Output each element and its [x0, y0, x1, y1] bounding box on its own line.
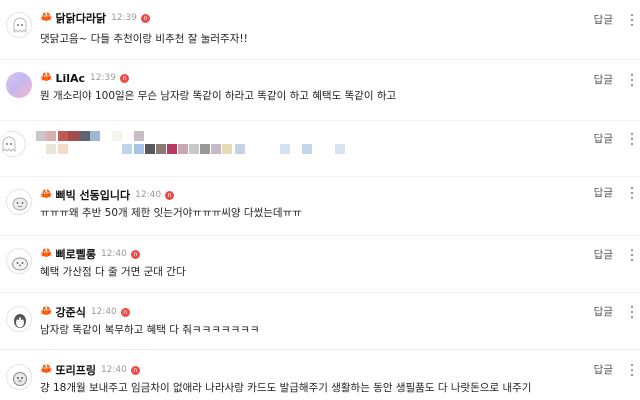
more-options-icon[interactable]	[630, 363, 634, 377]
divider	[0, 235, 640, 236]
divider	[0, 176, 640, 177]
timestamp: 12:39	[111, 13, 137, 23]
nickname[interactable]: LilAc	[55, 72, 85, 85]
seal-icon[interactable]	[6, 248, 32, 274]
comment-text: 댓닭고음~ 다들 추천이랑 비추천 잘 눌러주자!!	[40, 33, 248, 45]
comment-item: 🦀 LilAc 12:39 n 뭔 개소리야 100일은 무슨 남자랑 똑같이 …	[0, 70, 640, 120]
comment-header: 🦀 닭닭다라닭 12:39 n	[40, 10, 150, 26]
comment-item: 🦀 삐빅 선동입니다 12:40 n ㅠㅠㅠ왜 추반 50개 제한 잇는거야ㅠㅠ…	[0, 187, 640, 235]
more-options-icon[interactable]	[630, 248, 634, 262]
reply-button[interactable]: 답글	[594, 362, 613, 377]
reply-button[interactable]: 답글	[594, 131, 613, 146]
comment-text: 혜택 가산점 다 줄 거면 군대 간다	[40, 266, 186, 278]
reply-button[interactable]: 답글	[594, 247, 613, 262]
reply-button[interactable]: 답글	[594, 12, 613, 27]
timestamp: 12:40	[100, 365, 127, 375]
ghost-icon[interactable]	[6, 12, 32, 38]
nickname[interactable]: 강준식	[55, 304, 85, 320]
timestamp: 12:39	[90, 73, 116, 83]
crab-icon: 🦀	[40, 248, 53, 259]
more-options-icon[interactable]	[630, 13, 634, 27]
comment-text: ㅠㅠㅠ왜 추반 50개 제한 잇는거야ㅠㅠㅠ씨양 다썼는데ㅠㅠ	[40, 207, 302, 219]
gradient-avatar-icon[interactable]	[6, 72, 32, 98]
comment-item-censored: 답글	[0, 129, 640, 175]
comment-item: 🦀 닭닭다라닭 12:39 n 댓닭고음~ 다들 추천이랑 비추천 잘 눌러주자…	[0, 10, 640, 58]
divider	[0, 292, 640, 293]
nickname[interactable]: 삐로삘롱	[55, 246, 95, 262]
divider	[0, 349, 640, 350]
crab-icon: 🦀	[40, 72, 53, 83]
crab-icon: 🦀	[40, 189, 53, 200]
blob-icon[interactable]	[6, 189, 32, 215]
comment-list: 🦀 닭닭다라닭 12:39 n 댓닭고음~ 다들 추천이랑 비추천 잘 눌러주자…	[0, 0, 640, 400]
nickname[interactable]: 또리프링	[55, 362, 95, 378]
new-badge: n	[130, 365, 140, 375]
timestamp: 12:40	[100, 249, 127, 259]
new-badge: n	[119, 73, 129, 83]
more-options-icon[interactable]	[630, 132, 634, 146]
more-options-icon[interactable]	[630, 186, 634, 200]
divider	[0, 120, 640, 121]
crab-icon: 🦀	[40, 364, 53, 375]
comment-header: 🦀 삐빅 선동입니다 12:40 n	[40, 187, 175, 203]
timestamp: 12:40	[90, 307, 117, 317]
comment-header: 🦀 LilAc 12:39 n	[40, 70, 129, 86]
more-options-icon[interactable]	[630, 73, 634, 87]
new-badge: n	[165, 190, 175, 200]
new-badge: n	[141, 13, 150, 23]
comment-item: 🦀 삐로삘롱 12:40 n 혜택 가산점 다 줄 거면 군대 간다 답글	[0, 246, 640, 294]
reply-button[interactable]: 답글	[594, 72, 613, 87]
crab-icon: 🦀	[40, 306, 53, 317]
more-options-icon[interactable]	[630, 305, 634, 319]
hedgehog-icon[interactable]	[6, 364, 32, 390]
nickname[interactable]: 닭닭다라닭	[55, 10, 106, 26]
penguin-icon[interactable]	[6, 306, 32, 332]
new-badge: n	[120, 307, 130, 317]
comment-item: 🦀 강준식 12:40 n 남자랑 똑같이 복무하고 혜택 다 줘ㅋㅋㅋㅋㅋㅋㅋ…	[0, 304, 640, 352]
new-badge: n	[130, 249, 140, 259]
comment-text: 남자랑 똑같이 복무하고 혜택 다 줘ㅋㅋㅋㅋㅋㅋㅋ	[40, 324, 260, 336]
crab-icon: 🦀	[40, 12, 53, 23]
comment-header: 🦀 또리프링 12:40 n	[40, 362, 140, 378]
comment-item: 🦀 또리프링 12:40 n 걍 18개월 보내주고 임금차이 없애라 나라사랑…	[0, 362, 640, 400]
ghost-icon[interactable]	[0, 131, 26, 157]
comment-text: 뭔 개소리야 100일은 무슨 남자랑 똑같이 하라고 똑같이 하고 혜택도 똑…	[40, 90, 397, 102]
comment-text: 걍 18개월 보내주고 임금차이 없애라 나라사랑 카드도 발급해주기 생활하는…	[40, 382, 532, 394]
reply-button[interactable]: 답글	[594, 185, 613, 200]
divider	[0, 59, 640, 60]
reply-button[interactable]: 답글	[594, 304, 613, 319]
comment-header: 🦀 삐로삘롱 12:40 n	[40, 246, 140, 262]
timestamp: 12:40	[135, 190, 162, 200]
nickname[interactable]: 삐빅 선동입니다	[55, 187, 130, 203]
comment-header: 🦀 강준식 12:40 n	[40, 304, 130, 320]
